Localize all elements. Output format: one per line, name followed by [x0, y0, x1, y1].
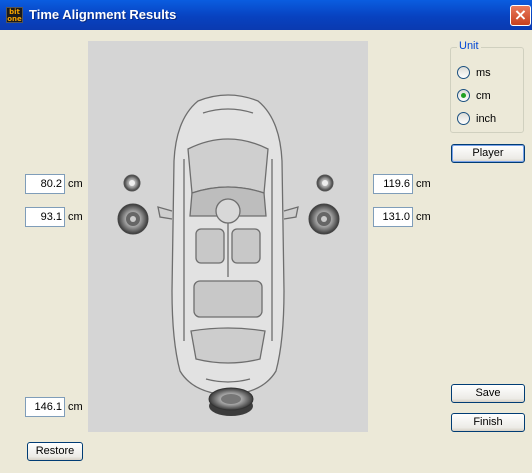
right-woofer-speaker — [308, 203, 340, 235]
car-top-view — [157, 94, 299, 396]
unit-radio-cm[interactable] — [457, 89, 470, 102]
app-logo-icon: bit one — [6, 7, 23, 23]
left-tweeter-speaker — [123, 174, 141, 192]
unit-radio-ms-label[interactable]: ms — [476, 67, 491, 79]
left-woofer-distance-field[interactable]: 93.1 — [25, 207, 65, 227]
car-diagram — [117, 94, 340, 416]
right-tweeter-speaker — [316, 174, 334, 192]
car-diagram-panel — [88, 41, 368, 432]
left-tweeter-unit-label: cm — [68, 178, 83, 190]
subwoofer-distance-field[interactable]: 146.1 — [25, 397, 65, 417]
time-alignment-window: bit one Time Alignment Results × 80.2 cm… — [0, 0, 532, 473]
finish-button[interactable]: Finish — [451, 413, 525, 432]
unit-radio-ms[interactable] — [457, 66, 470, 79]
subwoofer-speaker — [208, 387, 254, 416]
left-woofer-speaker — [117, 203, 149, 235]
player-button[interactable]: Player — [451, 144, 525, 163]
left-tweeter-distance-field[interactable]: 80.2 — [25, 174, 65, 194]
close-button[interactable]: × — [510, 5, 531, 26]
right-tweeter-distance-field[interactable]: 119.6 — [373, 174, 413, 194]
subwoofer-unit-label: cm — [68, 401, 83, 413]
unit-radio-inch-label[interactable]: inch — [476, 113, 496, 125]
window-title: Time Alignment Results — [29, 7, 177, 22]
left-woofer-unit-label: cm — [68, 211, 83, 223]
restore-button[interactable]: Restore — [27, 442, 83, 461]
save-button[interactable]: Save — [451, 384, 525, 403]
unit-radio-inch[interactable] — [457, 112, 470, 125]
right-woofer-unit-label: cm — [416, 211, 431, 223]
unit-radio-cm-label[interactable]: cm — [476, 90, 491, 102]
title-bar[interactable]: bit one Time Alignment Results × — [0, 0, 532, 30]
right-woofer-distance-field[interactable]: 131.0 — [373, 207, 413, 227]
right-tweeter-unit-label: cm — [416, 178, 431, 190]
unit-groupbox-label: Unit — [457, 40, 481, 52]
